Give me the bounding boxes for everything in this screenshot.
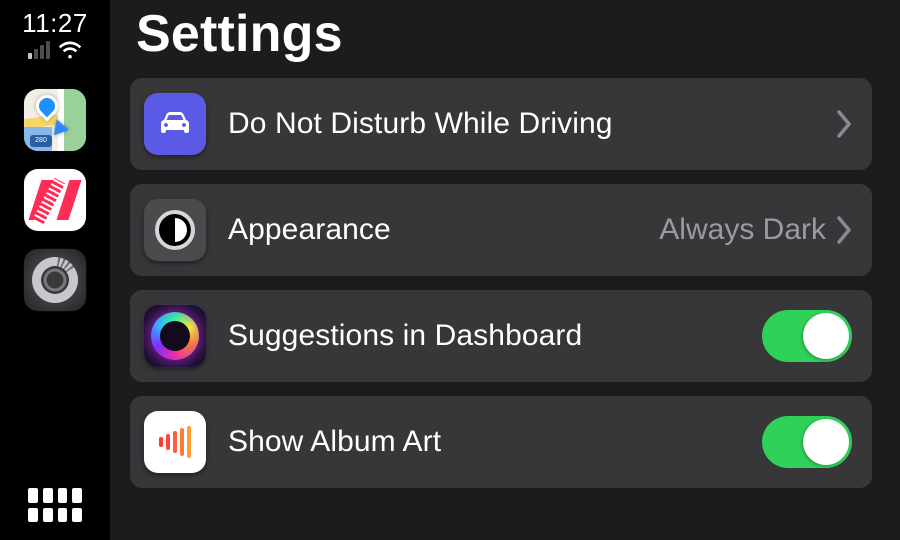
car-icon xyxy=(144,93,206,155)
toggle-suggestions[interactable] xyxy=(762,310,852,362)
siri-icon xyxy=(144,305,206,367)
row-appearance[interactable]: Appearance Always Dark xyxy=(130,184,872,276)
sidebar-app-settings[interactable] xyxy=(24,249,86,311)
status-indicators xyxy=(28,41,82,59)
gear-icon xyxy=(32,257,78,303)
sidebar-dock: 280 xyxy=(24,89,86,311)
toggle-album-art[interactable] xyxy=(762,416,852,468)
main-content: Settings Do Not Disturb While Driving Ap… xyxy=(110,0,900,540)
sidebar: 11:27 280 xyxy=(0,0,110,540)
wifi-icon xyxy=(58,41,82,59)
app-launcher-button[interactable] xyxy=(28,488,82,522)
sidebar-app-news[interactable] xyxy=(24,169,86,231)
row-label: Show Album Art xyxy=(228,425,762,459)
news-logo-icon xyxy=(35,180,75,220)
row-value: Always Dark xyxy=(659,213,826,247)
row-label: Do Not Disturb While Driving xyxy=(228,107,836,141)
row-suggestions-in-dashboard: Suggestions in Dashboard xyxy=(130,290,872,382)
row-label: Appearance xyxy=(228,213,659,247)
sidebar-app-maps[interactable]: 280 xyxy=(24,89,86,151)
chevron-right-icon xyxy=(836,216,852,244)
page-title: Settings xyxy=(136,4,872,64)
chevron-right-icon xyxy=(836,110,852,138)
status-clock: 11:27 xyxy=(22,8,88,39)
row-show-album-art: Show Album Art xyxy=(130,396,872,488)
appearance-contrast-icon xyxy=(144,199,206,261)
row-label: Suggestions in Dashboard xyxy=(228,319,762,353)
row-do-not-disturb[interactable]: Do Not Disturb While Driving xyxy=(130,78,872,170)
music-icon xyxy=(144,411,206,473)
cellular-signal-icon xyxy=(28,41,50,59)
